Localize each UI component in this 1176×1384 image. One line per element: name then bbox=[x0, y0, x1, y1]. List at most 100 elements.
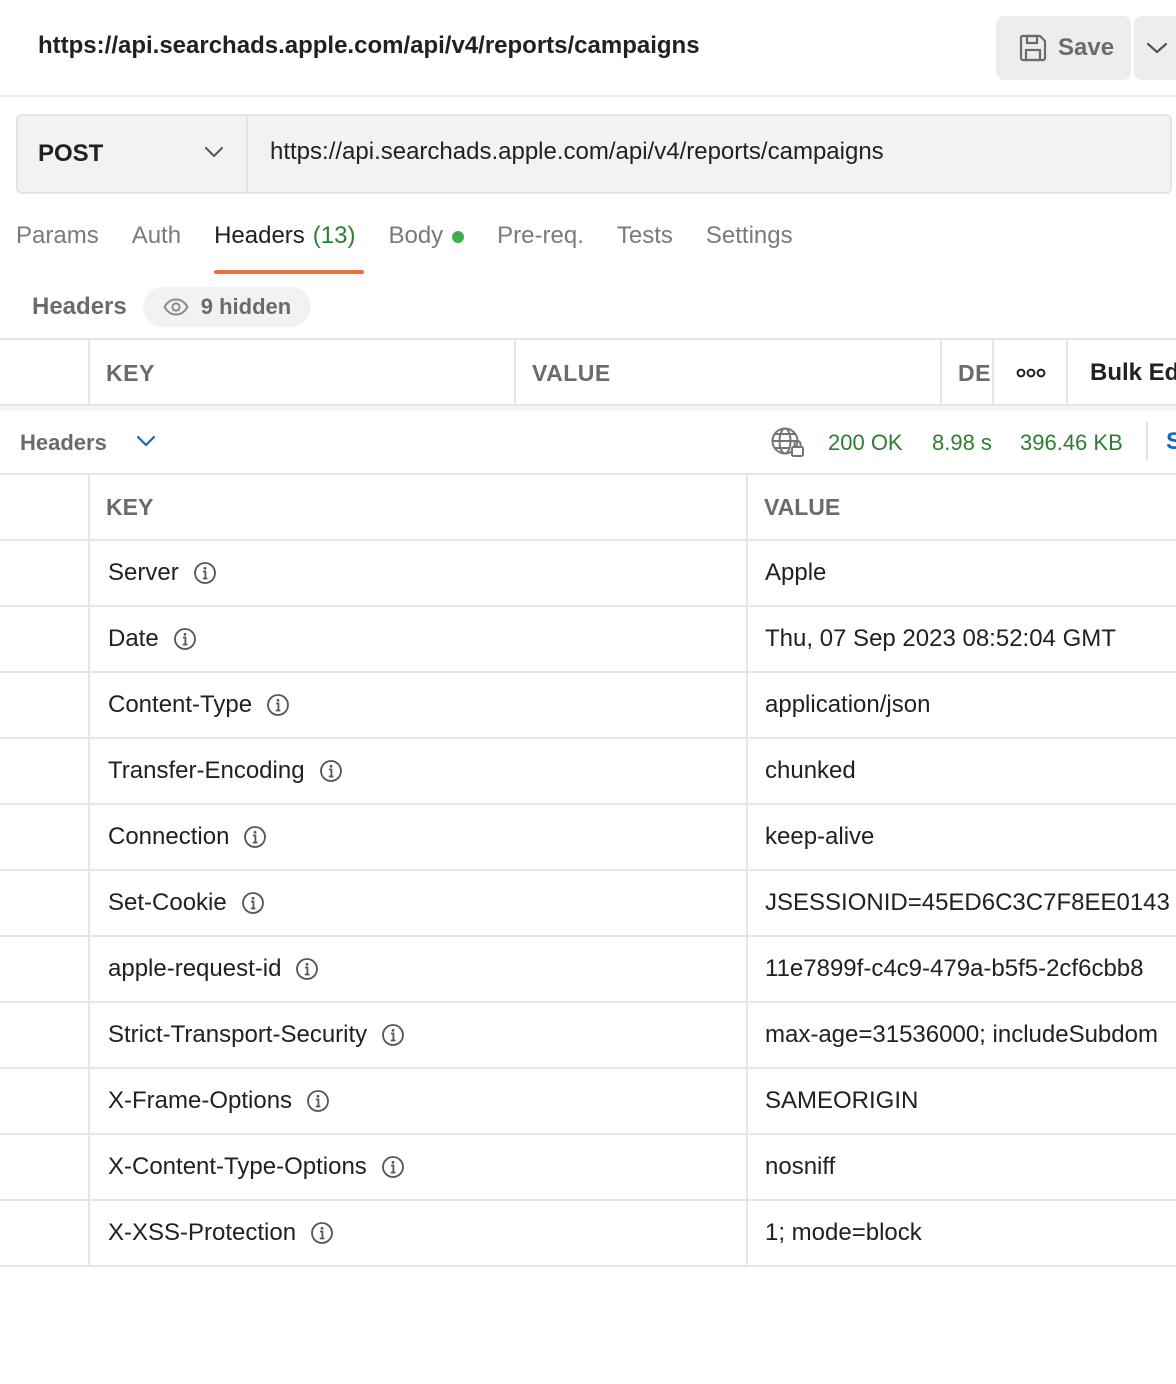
tab-params[interactable]: Params bbox=[16, 222, 99, 274]
header-value[interactable]: Apple bbox=[765, 541, 1176, 605]
table-row: X-XSS-Protection 1; mode=block bbox=[0, 1201, 1176, 1267]
info-icon[interactable] bbox=[266, 693, 290, 717]
header-key[interactable]: Connection bbox=[108, 805, 267, 869]
header-key-text: X-Frame-Options bbox=[108, 1087, 293, 1114]
globe-lock-icon[interactable] bbox=[770, 426, 806, 460]
tab-headers-count: (13) bbox=[312, 222, 356, 249]
header-key[interactable]: Set-Cookie bbox=[108, 871, 265, 935]
header-key[interactable]: Content-Type bbox=[108, 673, 290, 737]
table-row: apple-request-id 11e7899f-c4c9-479a-b5f5-… bbox=[0, 937, 1176, 1003]
header-value[interactable]: max-age=31536000; includeSubdom bbox=[765, 1003, 1176, 1067]
response-time[interactable]: 8.98 s bbox=[932, 430, 992, 456]
save-response-button[interactable]: S bbox=[1166, 428, 1176, 456]
value-column-label: VALUE bbox=[532, 359, 611, 386]
response-view-select[interactable]: Headers bbox=[20, 430, 107, 456]
tab-headers[interactable]: Headers (13) bbox=[214, 222, 365, 274]
value-column-header: VALUE bbox=[764, 493, 841, 520]
header-value[interactable]: Thu, 07 Sep 2023 08:52:04 GMT bbox=[765, 607, 1176, 671]
header-value[interactable]: 1; mode=block bbox=[765, 1201, 1176, 1265]
save-button[interactable]: Save bbox=[996, 16, 1131, 80]
header-key[interactable]: Transfer-Encoding bbox=[108, 739, 343, 803]
header-key-text: Date bbox=[108, 625, 159, 652]
chevron-down-icon bbox=[205, 147, 223, 157]
response-bar: Headers 200 OK 8.98 s 396.46 KB S bbox=[0, 410, 1176, 475]
table-row: Server Apple bbox=[0, 541, 1176, 607]
info-icon[interactable] bbox=[295, 957, 319, 981]
active-tab-indicator bbox=[214, 270, 365, 274]
info-icon[interactable] bbox=[319, 759, 343, 783]
eye-icon bbox=[163, 298, 189, 316]
tab-settings-label: Settings bbox=[705, 222, 793, 249]
separator bbox=[1146, 422, 1148, 460]
table-header-row: KEY VALUE bbox=[0, 475, 1176, 541]
response-headers-table: KEY VALUE Server Apple Date Thu, 07 Sep 202… bbox=[0, 475, 1176, 1267]
url-input[interactable]: https://api.searchads.apple.com/api/v4/r… bbox=[270, 138, 884, 166]
header-key-text: Set-Cookie bbox=[108, 889, 227, 916]
column-options-button[interactable] bbox=[992, 340, 1068, 406]
header-value[interactable]: JSESSIONID=45ED6C3C7F8EE0143 bbox=[765, 871, 1176, 935]
bulk-edit-label: Bulk Ed bbox=[1090, 359, 1176, 386]
status-code[interactable]: 200 OK bbox=[828, 430, 903, 456]
header-key[interactable]: Strict-Transport-Security bbox=[108, 1003, 405, 1067]
key-column-header: KEY bbox=[88, 340, 516, 406]
header-key[interactable]: Server bbox=[108, 541, 217, 605]
tab-auth-label: Auth bbox=[131, 222, 182, 249]
description-column-label: DES bbox=[958, 359, 994, 386]
table-row: Set-Cookie JSESSIONID=45ED6C3C7F8EE0143 bbox=[0, 871, 1176, 937]
table-row: Content-Type application/json bbox=[0, 673, 1176, 739]
tab-prereq-label: Pre-req. bbox=[497, 222, 584, 249]
header-value[interactable]: chunked bbox=[765, 739, 1176, 803]
header-key-text: Strict-Transport-Security bbox=[108, 1021, 368, 1048]
save-label: Save bbox=[1058, 34, 1115, 61]
header-key[interactable]: apple-request-id bbox=[108, 937, 319, 1001]
info-icon[interactable] bbox=[243, 825, 267, 849]
more-options-icon bbox=[1016, 368, 1046, 378]
bulk-edit-button[interactable]: Bulk Ed bbox=[1066, 340, 1176, 406]
header-key-text: Transfer-Encoding bbox=[108, 757, 305, 784]
info-icon[interactable] bbox=[381, 1023, 405, 1047]
body-status-dot bbox=[452, 231, 465, 243]
header-key-text: Server bbox=[108, 559, 179, 586]
info-icon[interactable] bbox=[381, 1155, 405, 1179]
description-column-header: DES bbox=[940, 340, 994, 406]
header-value[interactable]: SAMEORIGIN bbox=[765, 1069, 1176, 1133]
header-value[interactable]: nosniff bbox=[765, 1135, 1176, 1199]
tab-auth[interactable]: Auth bbox=[132, 222, 181, 274]
header-key[interactable]: Date bbox=[108, 607, 197, 671]
table-row: Connection keep-alive bbox=[0, 805, 1176, 871]
table-row: Date Thu, 07 Sep 2023 08:52:04 GMT bbox=[0, 607, 1176, 673]
info-icon[interactable] bbox=[310, 1221, 334, 1245]
method-select[interactable]: POST bbox=[18, 116, 248, 192]
response-size[interactable]: 396.46 KB bbox=[1020, 430, 1123, 456]
header-value[interactable]: 11e7899f-c4c9-479a-b5f5-2cf6cbb8 bbox=[765, 937, 1176, 1001]
tab-prereq[interactable]: Pre-req. bbox=[497, 222, 584, 274]
request-headers-title: Headers bbox=[32, 293, 127, 320]
header-key[interactable]: X-Content-Type-Options bbox=[108, 1135, 405, 1199]
header-value[interactable]: keep-alive bbox=[765, 805, 1176, 869]
info-icon[interactable] bbox=[306, 1089, 330, 1113]
chevron-down-icon bbox=[1146, 42, 1168, 54]
tab-body[interactable]: Body bbox=[388, 222, 465, 274]
method-value: POST bbox=[38, 140, 104, 167]
header-key-text: apple-request-id bbox=[108, 955, 282, 982]
tab-settings[interactable]: Settings bbox=[706, 222, 793, 274]
request-title[interactable]: https://api.searchads.apple.com/api/v4/r… bbox=[38, 32, 700, 60]
tab-tests[interactable]: Tests bbox=[617, 222, 673, 274]
tab-tests-label: Tests bbox=[616, 222, 673, 249]
hidden-headers-toggle[interactable]: 9 hidden bbox=[142, 287, 312, 327]
info-icon[interactable] bbox=[241, 891, 265, 915]
hidden-count: 9 hidden bbox=[200, 294, 292, 319]
chevron-down-icon[interactable] bbox=[136, 434, 156, 448]
table-row: X-Content-Type-Options nosniff bbox=[0, 1135, 1176, 1201]
header-key[interactable]: X-XSS-Protection bbox=[108, 1201, 334, 1265]
header-value[interactable]: application/json bbox=[765, 673, 1176, 737]
tab-body-label: Body bbox=[388, 222, 444, 249]
title-bar: https://api.searchads.apple.com/api/v4/r… bbox=[0, 0, 1176, 97]
key-column-header: KEY bbox=[106, 493, 154, 520]
request-headers-table: KEY VALUE DES Bulk Ed bbox=[0, 338, 1176, 406]
value-column-header: VALUE bbox=[514, 340, 942, 406]
info-icon[interactable] bbox=[173, 627, 197, 651]
save-options-button[interactable] bbox=[1134, 16, 1176, 80]
info-icon[interactable] bbox=[193, 561, 217, 585]
header-key[interactable]: X-Frame-Options bbox=[108, 1069, 330, 1133]
